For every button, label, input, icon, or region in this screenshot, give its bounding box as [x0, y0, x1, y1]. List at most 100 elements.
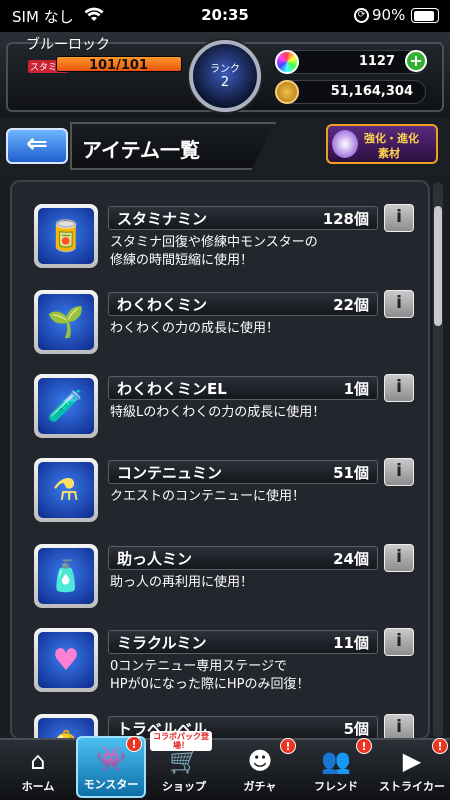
- tab-gacha[interactable]: ☻ ガチャ!: [222, 738, 298, 800]
- list-scrollbar[interactable]: [433, 182, 443, 738]
- tab-label: フレンド: [314, 780, 358, 793]
- continue-flask-icon: ⚗: [38, 462, 94, 518]
- item-info-button[interactable]: i: [384, 204, 414, 232]
- item-description: 助っ人の再利用に使用！: [110, 575, 254, 590]
- item-name: 助っ人ミン: [117, 550, 193, 568]
- gold-coin-icon: [275, 80, 299, 104]
- item-name-plate: 助っ人ミン 24個: [108, 546, 378, 570]
- rank-label: ランク: [210, 64, 240, 75]
- striker-icon: ▶: [402, 747, 422, 775]
- tab-label: ストライカー: [379, 780, 445, 793]
- notification-badge: !: [356, 738, 372, 754]
- tab-striker[interactable]: ▶ ストライカー!: [374, 738, 450, 800]
- item-icon-frame: ⚗: [34, 458, 98, 522]
- player-name: ブルーロック: [26, 37, 110, 53]
- evolution-materials-button[interactable]: 強化・進化 素材: [326, 124, 438, 164]
- notification-badge: !: [126, 736, 142, 752]
- battery-percent: 90%: [372, 6, 406, 24]
- page-title: アイテム一覧: [82, 138, 200, 162]
- item-row[interactable]: 🧴 助っ人ミン 24個 i 助っ人の再利用に使用！: [30, 544, 418, 620]
- el-bottle-icon: 🧪: [38, 378, 94, 434]
- item-icon-frame: 🥫: [34, 204, 98, 268]
- item-icon-frame: 🌱: [34, 290, 98, 354]
- item-description: 0コンテニュー専用ステージで HPが0になった際にHPのみ回復！: [110, 659, 310, 692]
- item-count: 5個: [343, 720, 369, 738]
- item-icon-frame: ♥: [34, 628, 98, 692]
- item-name-plate: コンテニュミン 51個: [108, 460, 378, 484]
- item-name-plate: わくわくミンEL 1個: [108, 376, 378, 400]
- battery-fill: [413, 10, 435, 21]
- item-name-plate: スタミナミン 128個: [108, 206, 378, 230]
- scroll-thumb[interactable]: [434, 206, 442, 326]
- item-row[interactable]: 🧪 わくわくミンEL 1個 i 特級Lのわくわくの力の成長に使用！: [30, 374, 418, 450]
- gacha-icon: ☻: [247, 747, 273, 775]
- back-button[interactable]: ⇐: [6, 128, 68, 164]
- item-row[interactable]: ⚗ コンテニュミン 51個 i クエストのコンテニューに使用！: [30, 458, 418, 534]
- item-list[interactable]: 🥫 スタミナミン 128個 i スタミナ回復や修練中モンスターの 修練の時間短縮に使用！…: [10, 180, 430, 740]
- notification-badge: !: [280, 738, 296, 754]
- monster-icon: 👾: [96, 745, 126, 773]
- item-info-button[interactable]: i: [384, 544, 414, 572]
- item-description: 特級Lのわくわくの力の成長に使用！: [110, 405, 326, 420]
- item-description: クエストのコンテニューに使用！: [110, 489, 306, 504]
- stamina-can-icon: 🥫: [38, 208, 94, 264]
- add-gems-button[interactable]: +: [405, 50, 427, 72]
- item-info-button[interactable]: i: [384, 290, 414, 318]
- heart-potion-icon: ♥: [38, 632, 94, 688]
- tab-home[interactable]: ⌂ ホーム: [0, 740, 76, 800]
- friend-icon: 👥: [321, 747, 351, 775]
- sprout-bottle-icon: 🌱: [38, 294, 94, 350]
- orb-icon: [275, 50, 299, 74]
- gem-counter: 1127 +: [275, 50, 427, 74]
- item-description: わくわくの力の成長に使用！: [110, 321, 280, 336]
- item-count: 22個: [333, 296, 369, 314]
- notification-badge: !: [432, 738, 448, 754]
- item-description: スタミナ回復や修練中モンスターの 修練の時間短縮に使用！: [110, 235, 318, 268]
- tab-label: ガチャ: [243, 780, 277, 793]
- item-row[interactable]: 🥫 スタミナミン 128個 i スタミナ回復や修練中モンスターの 修練の時間短縮に使用！: [30, 204, 418, 280]
- item-count: 51個: [333, 464, 369, 482]
- item-icon-frame: 🧪: [34, 374, 98, 438]
- tab-monster[interactable]: 👾 モンスター!: [76, 736, 146, 798]
- item-name: スタミナミン: [117, 210, 208, 228]
- item-name: コンテニュミン: [117, 464, 223, 482]
- item-count: 24個: [333, 550, 369, 568]
- item-name: ミラクルミン: [117, 634, 207, 652]
- item-info-button[interactable]: i: [384, 374, 414, 402]
- tab-label: ホーム: [21, 780, 55, 793]
- evolution-orb-icon: [332, 130, 358, 158]
- item-name-plate: わくわくミン 22個: [108, 292, 378, 316]
- bottom-tab-bar: ⌂ ホーム 👾 モンスター! 🛒 ショップ ☻ ガチャ! 👥 フレンド! ▶ ストライカー!: [0, 736, 450, 800]
- item-name: わくわくミン: [117, 296, 208, 314]
- home-icon: ⌂: [30, 747, 46, 775]
- gold-value: 51,164,304: [330, 84, 413, 99]
- evo-label-line1: 強化・進化: [364, 132, 419, 145]
- evo-label-line2: 素材: [378, 147, 400, 160]
- item-row[interactable]: 🌱 わくわくミン 22個 i わくわくの力の成長に使用！: [30, 290, 418, 366]
- tab-friend[interactable]: 👥 フレンド!: [298, 738, 374, 800]
- rank-badge[interactable]: ランク 2: [189, 40, 261, 112]
- gold-counter: 51,164,304: [275, 80, 426, 104]
- status-bar: SIM なし 20:35 ⟳ 90%: [0, 0, 450, 32]
- item-info-button[interactable]: i: [384, 714, 414, 738]
- item-row[interactable]: ♥ ミラクルミン 11個 i 0コンテニュー専用ステージで HPが0になった際にHPのみ…: [30, 628, 418, 704]
- rank-value: 2: [220, 75, 230, 90]
- item-count: 128個: [322, 210, 369, 228]
- item-icon-frame: 🧴: [34, 544, 98, 608]
- item-count: 1個: [343, 380, 369, 398]
- tab-label: モンスター: [83, 778, 139, 791]
- item-name: わくわくミンEL: [117, 380, 227, 398]
- back-arrow-icon: ⇐: [26, 129, 48, 159]
- item-info-button[interactable]: i: [384, 458, 414, 486]
- gem-value: 1127: [358, 54, 395, 69]
- battery-icon: [411, 8, 439, 23]
- item-count: 11個: [333, 634, 369, 652]
- collab-pack-tag: コラボパック登場！: [150, 731, 212, 751]
- helper-bottle-icon: 🧴: [38, 548, 94, 604]
- item-info-button[interactable]: i: [384, 628, 414, 656]
- item-name-plate: トラベルベル 5個: [108, 716, 378, 738]
- rotation-lock-icon: ⟳: [354, 8, 369, 23]
- tab-label: ショップ: [162, 780, 206, 793]
- stamina-value: 101/101: [88, 58, 148, 73]
- item-name-plate: ミラクルミン 11個: [108, 630, 378, 654]
